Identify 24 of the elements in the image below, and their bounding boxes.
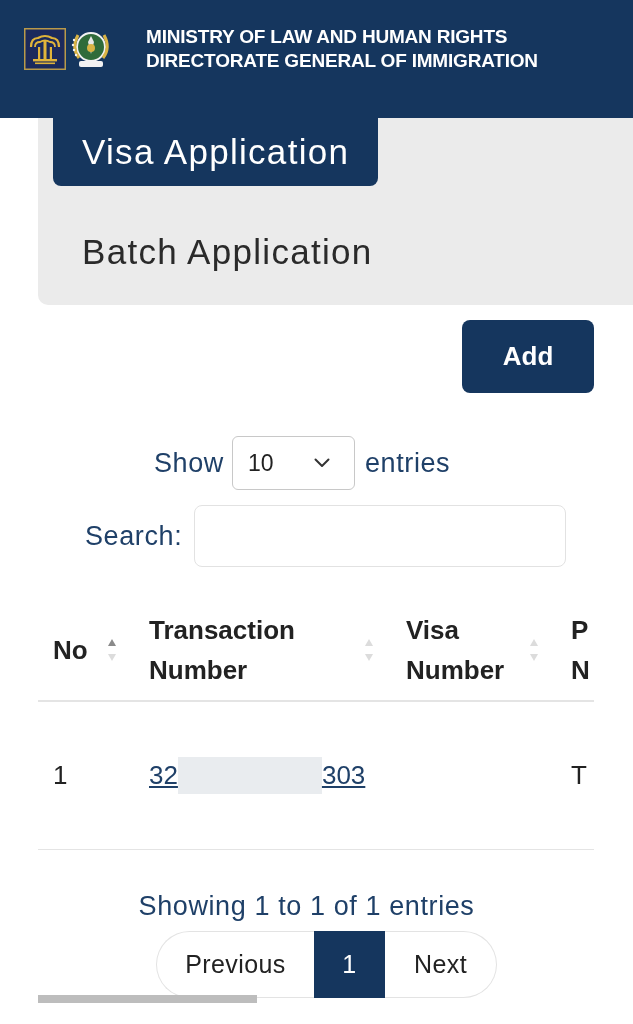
scrollbar-thumb[interactable] bbox=[38, 995, 257, 1003]
nav-tab[interactable]: Batch Application bbox=[53, 218, 402, 286]
previous-button[interactable]: Previous bbox=[156, 931, 314, 998]
search-field[interactable] bbox=[194, 505, 567, 567]
entries-select[interactable]: 10 bbox=[231, 436, 355, 490]
table-info-text: Showing 1 to 1 of 1 entries bbox=[137, 890, 476, 923]
header-title: MINISTRY OF LAW AND HUMAN RIGHTS bbox=[146, 25, 509, 49]
table-cell: T bbox=[571, 759, 587, 791]
chevron-down-icon bbox=[313, 458, 330, 468]
arch-emblem-icon bbox=[24, 28, 66, 70]
column-header[interactable]: No bbox=[38, 600, 134, 700]
next-button[interactable]: Next bbox=[385, 931, 497, 998]
nav-tab[interactable]: Visa Application bbox=[53, 118, 379, 186]
add-button[interactable]: Add bbox=[462, 320, 594, 393]
show-label: Show bbox=[154, 447, 224, 479]
column-header: P N bbox=[570, 614, 591, 687]
column-header[interactable]: Visa Number bbox=[391, 600, 556, 700]
page-button[interactable]: 1 bbox=[314, 931, 385, 998]
search-label: Search: bbox=[85, 520, 183, 552]
column-header[interactable]: Transaction Number bbox=[134, 600, 391, 700]
entries-label: entries bbox=[364, 447, 451, 479]
table-cell: 1 bbox=[53, 759, 68, 791]
header-title: DIRECTORATE GENERAL OF IMMIGRATION bbox=[146, 49, 538, 73]
transaction-link[interactable]: 32 303 bbox=[149, 756, 366, 794]
